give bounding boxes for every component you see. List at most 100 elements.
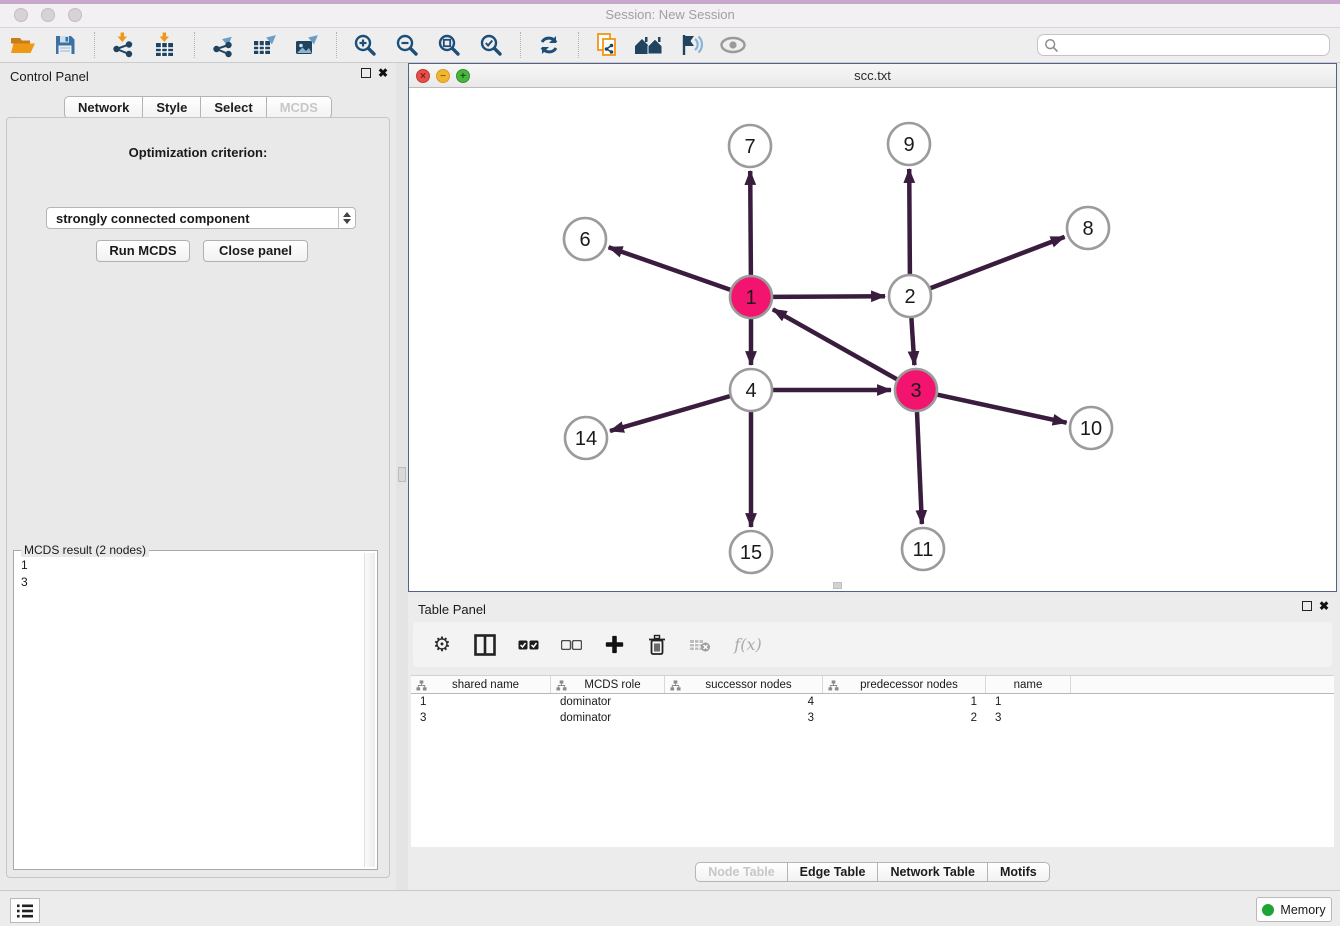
table-panel-title: Table Panel — [418, 602, 486, 617]
tab-style[interactable]: Style — [142, 96, 201, 119]
zoom-in-icon[interactable] — [350, 30, 380, 60]
divider-grip-icon[interactable] — [398, 467, 406, 482]
deselect-all-icon[interactable] — [559, 633, 583, 657]
mcds-result-text[interactable]: 1 3 — [17, 557, 362, 866]
panel-divider[interactable] — [396, 63, 408, 890]
node-table[interactable]: shared nameMCDS rolesuccessor nodesprede… — [411, 675, 1334, 847]
toolbar-separator — [520, 32, 521, 58]
node-2[interactable]: 2 — [889, 275, 931, 317]
network-canvas[interactable]: 7 9 6 8 1 2 4 3 14 10 15 11 — [409, 88, 1336, 591]
tab-edge-table[interactable]: Edge Table — [787, 862, 879, 882]
tab-select[interactable]: Select — [200, 96, 266, 119]
node-9[interactable]: 9 — [888, 123, 930, 165]
edge-3-1[interactable] — [773, 309, 897, 379]
node-8[interactable]: 8 — [1067, 207, 1109, 249]
function-builder-icon: f(x) — [731, 633, 765, 657]
columns-icon[interactable] — [473, 633, 497, 657]
result-scrollbar[interactable] — [364, 553, 375, 867]
add-column-icon[interactable] — [602, 633, 626, 657]
svg-text:9: 9 — [903, 134, 914, 156]
memory-label: Memory — [1280, 903, 1325, 917]
close-panel-icon[interactable]: ✖ — [1319, 601, 1329, 611]
task-history-button[interactable] — [10, 898, 40, 923]
column-header-successor-nodes[interactable]: successor nodes — [665, 676, 823, 693]
tab-node-table[interactable]: Node Table — [695, 862, 787, 882]
edge-4-14[interactable] — [610, 396, 730, 431]
open-file-icon[interactable] — [8, 30, 38, 60]
node-6[interactable]: 6 — [564, 218, 606, 260]
cell-shared-name[interactable]: 1 — [411, 694, 551, 710]
edge-2-9[interactable] — [909, 169, 910, 274]
cell-predecessor-nodes[interactable]: 1 — [823, 694, 986, 710]
float-panel-icon[interactable] — [361, 68, 371, 78]
import-table-icon[interactable] — [150, 30, 180, 60]
svg-text:1: 1 — [745, 287, 756, 309]
optimization-criterion-dropdown[interactable]: strongly connected component — [46, 207, 356, 229]
node-3[interactable]: 3 — [895, 369, 937, 411]
tab-network[interactable]: Network — [64, 96, 143, 119]
memory-button[interactable]: Memory — [1256, 897, 1332, 922]
application-window: Session: New Session — [0, 0, 1340, 926]
column-header-name[interactable]: name — [986, 676, 1071, 693]
table-row[interactable]: 1dominator411 — [411, 694, 1334, 710]
svg-text:11: 11 — [913, 539, 934, 561]
edge-1-2[interactable] — [773, 296, 885, 297]
close-panel-button[interactable]: Close panel — [203, 240, 308, 262]
export-network-icon[interactable] — [208, 30, 238, 60]
tab-network-table[interactable]: Network Table — [877, 862, 988, 882]
edge-1-7[interactable] — [750, 171, 751, 275]
cell-mcds-role[interactable]: dominator — [551, 694, 665, 710]
table-panel: Table Panel ✖ ⚙ — [408, 596, 1337, 886]
network-window-titlebar[interactable]: × − + scc.txt — [409, 64, 1336, 88]
node-15[interactable]: 15 — [730, 531, 772, 573]
run-mcds-button[interactable]: Run MCDS — [96, 240, 190, 262]
column-header-shared-name[interactable]: shared name — [411, 676, 551, 693]
node-10[interactable]: 10 — [1070, 407, 1112, 449]
export-table-icon[interactable] — [250, 30, 280, 60]
export-image-icon[interactable] — [292, 30, 322, 60]
cell-name[interactable]: 1 — [986, 694, 1071, 710]
clone-network-icon[interactable] — [592, 30, 622, 60]
canvas-scroll-thumb[interactable] — [833, 582, 842, 589]
cell-mcds-role[interactable]: dominator — [551, 710, 665, 726]
cell-successor-nodes[interactable]: 3 — [665, 710, 823, 726]
node-7[interactable]: 7 — [729, 125, 771, 167]
node-11[interactable]: 11 — [902, 528, 944, 570]
select-all-icon[interactable] — [516, 633, 540, 657]
save-session-icon[interactable] — [50, 30, 80, 60]
search-icon — [1044, 38, 1059, 53]
cell-predecessor-nodes[interactable]: 2 — [823, 710, 986, 726]
column-header-predecessor-nodes[interactable]: predecessor nodes — [823, 676, 986, 693]
refresh-icon[interactable] — [534, 30, 564, 60]
edge-1-6[interactable] — [609, 247, 731, 290]
zoom-out-icon[interactable] — [392, 30, 422, 60]
gear-icon[interactable]: ⚙ — [430, 633, 454, 657]
table-row[interactable]: 3dominator323 — [411, 710, 1334, 726]
close-panel-icon[interactable]: ✖ — [378, 68, 388, 78]
cell-name[interactable]: 3 — [986, 710, 1071, 726]
edge-3-11[interactable] — [917, 412, 922, 524]
column-header-mcds-role[interactable]: MCDS role — [551, 676, 665, 693]
delete-icon[interactable] — [645, 633, 669, 657]
delete-table-icon — [688, 633, 712, 657]
float-panel-icon[interactable] — [1302, 601, 1312, 611]
graphics-details-icon[interactable] — [676, 30, 706, 60]
cell-shared-name[interactable]: 3 — [411, 710, 551, 726]
node-14[interactable]: 14 — [565, 417, 607, 459]
zoom-selected-icon[interactable] — [476, 30, 506, 60]
control-panel-title: Control Panel — [10, 69, 89, 84]
search-input[interactable] — [1059, 36, 1329, 54]
zoom-fit-icon[interactable] — [434, 30, 464, 60]
search-field[interactable] — [1037, 34, 1330, 56]
edge-3-10[interactable] — [938, 395, 1067, 423]
node-1[interactable]: 1 — [730, 276, 772, 318]
tab-mcds[interactable]: MCDS — [266, 96, 332, 119]
cell-successor-nodes[interactable]: 4 — [665, 694, 823, 710]
import-network-icon[interactable] — [108, 30, 138, 60]
home-icon[interactable] — [634, 30, 664, 60]
edge-2-8[interactable] — [931, 237, 1065, 288]
edge-2-3[interactable] — [911, 318, 914, 365]
node-4[interactable]: 4 — [730, 369, 772, 411]
tab-motifs[interactable]: Motifs — [987, 862, 1050, 882]
network-graph[interactable]: 7 9 6 8 1 2 4 3 14 10 15 11 — [409, 88, 1336, 591]
